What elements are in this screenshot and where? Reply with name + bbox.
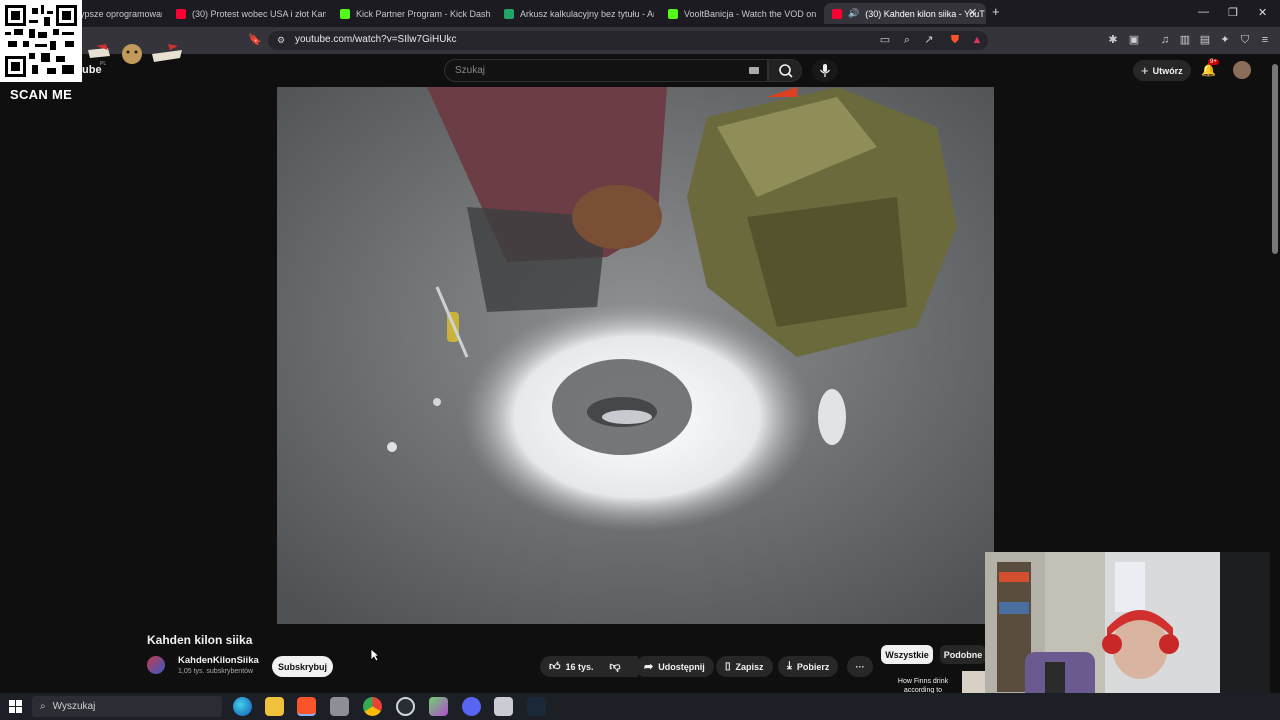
kick-icon bbox=[668, 8, 678, 19]
sidebar-panel-icon[interactable]: ▣ bbox=[1127, 33, 1141, 47]
restore-icon[interactable]: ❐ bbox=[1228, 6, 1238, 19]
shield-app-icon[interactable] bbox=[494, 697, 513, 716]
browser-tab-strip: ypsze oprogramowan (30) Protest wobec US… bbox=[0, 0, 1280, 27]
tab-label: ypsze oprogramowan bbox=[80, 8, 162, 19]
media-icon[interactable]: ♫ bbox=[1158, 33, 1172, 47]
steam-icon[interactable] bbox=[527, 697, 546, 716]
vpn-icon[interactable]: ⛉ bbox=[1238, 33, 1252, 47]
scrollbar-thumb[interactable] bbox=[1272, 64, 1278, 254]
scan-me-label: SCAN ME bbox=[10, 87, 73, 102]
search-placeholder: Szukaj bbox=[455, 65, 486, 76]
speaker-icon: 🔊 bbox=[848, 8, 860, 18]
chip-all[interactable]: Wszystkie bbox=[881, 645, 933, 664]
tab-close-icon[interactable]: ✕ bbox=[968, 6, 977, 19]
subscribe-button[interactable]: Subskrybuj bbox=[272, 656, 333, 677]
wallet-icon[interactable]: ▤ bbox=[1198, 33, 1212, 47]
channel-avatar[interactable] bbox=[147, 656, 165, 674]
file-explorer-icon[interactable] bbox=[265, 697, 284, 716]
create-label: Utwórz bbox=[1152, 65, 1183, 76]
taskbar-search[interactable]: ⌕ Wyszukaj bbox=[32, 696, 222, 717]
search-icon bbox=[779, 64, 793, 78]
video-frame bbox=[277, 87, 994, 624]
save-label: Zapisz bbox=[735, 661, 764, 672]
tab-label: (30) Protest wobec USA i złot Kamrat bbox=[192, 8, 326, 19]
youtube-icon bbox=[176, 8, 186, 19]
chrome-icon[interactable] bbox=[363, 697, 382, 716]
minimize-icon[interactable]: — bbox=[1198, 6, 1209, 18]
share-page-icon[interactable]: ↗ bbox=[922, 33, 936, 47]
more-actions-button[interactable]: ··· bbox=[847, 656, 873, 677]
video-title: Kahden kilon siika bbox=[147, 633, 253, 647]
discord-icon[interactable] bbox=[462, 697, 481, 716]
like-count: 16 tys. bbox=[565, 661, 594, 672]
tab-label: VooltBanicja - Watch the VOD on Kic bbox=[684, 8, 818, 19]
bell-icon: 🔔 bbox=[1201, 63, 1216, 77]
extensions-icon[interactable]: ✱ bbox=[1106, 33, 1120, 47]
video-player[interactable] bbox=[277, 87, 994, 624]
kick-icon bbox=[340, 8, 350, 19]
close-window-icon[interactable]: ✕ bbox=[1258, 6, 1267, 19]
edge-icon[interactable] bbox=[233, 697, 252, 716]
download-button[interactable]: ⤓ Pobierz bbox=[778, 656, 839, 677]
brave-rewards-icon[interactable]: ▲ bbox=[970, 33, 984, 47]
microphone-icon bbox=[819, 64, 831, 77]
keyboard-icon[interactable] bbox=[749, 67, 759, 74]
tab-label: Arkusz kalkulacyjny bez tytułu - Arku bbox=[520, 8, 654, 19]
browser-tab[interactable]: Kick Partner Program - Kick Dashboa bbox=[332, 3, 490, 24]
subscriber-count: 1,05 tys. subskrybentów bbox=[178, 668, 254, 675]
app-icon[interactable] bbox=[330, 697, 349, 716]
chip-similar[interactable]: Podobne bbox=[940, 645, 986, 664]
menu-icon[interactable]: ≡ bbox=[1258, 33, 1272, 47]
notifications-button[interactable]: 🔔 9+ bbox=[1200, 59, 1219, 78]
windows-start-icon[interactable] bbox=[9, 700, 22, 713]
search-button[interactable] bbox=[768, 59, 802, 82]
account-avatar[interactable] bbox=[1233, 61, 1251, 79]
taskbar-search-label: Wyszukaj bbox=[52, 701, 96, 712]
dislike-button[interactable]: 👎︎ bbox=[600, 656, 630, 677]
site-settings-icon[interactable]: ⚙ bbox=[274, 33, 288, 47]
save-button[interactable]: ▯ Zapisz bbox=[716, 656, 773, 677]
thumbs-up-icon: 👍︎ bbox=[549, 661, 561, 673]
sheets-icon bbox=[504, 8, 514, 19]
brave-shield-icon[interactable]: ⛊ bbox=[948, 33, 962, 47]
plus-icon: + bbox=[1141, 63, 1149, 78]
tab-label: (30) Kahden kilon siika - YouT bbox=[865, 8, 985, 19]
share-label: Udostępnij bbox=[658, 661, 705, 672]
search-input[interactable]: Szukaj bbox=[444, 59, 768, 82]
voice-search-button[interactable] bbox=[812, 59, 838, 82]
download-icon: ⤓ bbox=[787, 660, 792, 672]
download-label: Pobierz bbox=[796, 661, 830, 672]
url-text: youtube.com/watch?v=SIlw7GiHUkc bbox=[295, 34, 457, 45]
browser-tab[interactable]: ypsze oprogramowan bbox=[72, 3, 162, 24]
sticker-overlay bbox=[86, 42, 184, 68]
channel-name[interactable]: KahdenKilonSiika bbox=[178, 655, 259, 666]
thumbs-down-icon: 👎︎ bbox=[609, 661, 621, 673]
qr-code bbox=[0, 0, 82, 82]
browser-tab[interactable]: (30) Protest wobec USA i złot Kamrat bbox=[168, 3, 326, 24]
share-icon: ➦ bbox=[644, 661, 654, 673]
tab-label: Kick Partner Program - Kick Dashboa bbox=[356, 8, 490, 19]
bookmark-icon[interactable]: 🔖 bbox=[248, 33, 262, 47]
recommended-thumbnail[interactable] bbox=[962, 671, 986, 693]
search-icon: ⌕ bbox=[40, 701, 46, 712]
mouse-cursor bbox=[370, 648, 380, 662]
browser-tab[interactable]: Arkusz kalkulacyjny bez tytułu - Arku bbox=[496, 3, 654, 24]
youtube-icon bbox=[832, 8, 842, 19]
save-icon: ▯ bbox=[725, 661, 731, 672]
zoom-icon[interactable]: ⌕ bbox=[900, 33, 914, 47]
sidebar-icon[interactable]: ▥ bbox=[1178, 33, 1192, 47]
browser-tab-active[interactable]: 🔊 (30) Kahden kilon siika - YouT bbox=[824, 3, 986, 24]
cast-icon[interactable]: ▭ bbox=[878, 33, 892, 47]
obs-icon[interactable] bbox=[396, 697, 415, 716]
app-icon[interactable] bbox=[429, 697, 448, 716]
create-button[interactable]: + Utwórz bbox=[1133, 60, 1191, 81]
browser-tab[interactable]: VooltBanicja - Watch the VOD on Kic bbox=[660, 3, 818, 24]
new-tab-button[interactable]: + bbox=[992, 4, 1000, 19]
share-button[interactable]: ➦ Udostępnij bbox=[635, 656, 714, 677]
brave-browser-icon[interactable] bbox=[297, 697, 316, 716]
leo-ai-icon[interactable]: ✦ bbox=[1218, 33, 1232, 47]
notifications-badge: 9+ bbox=[1208, 59, 1219, 65]
